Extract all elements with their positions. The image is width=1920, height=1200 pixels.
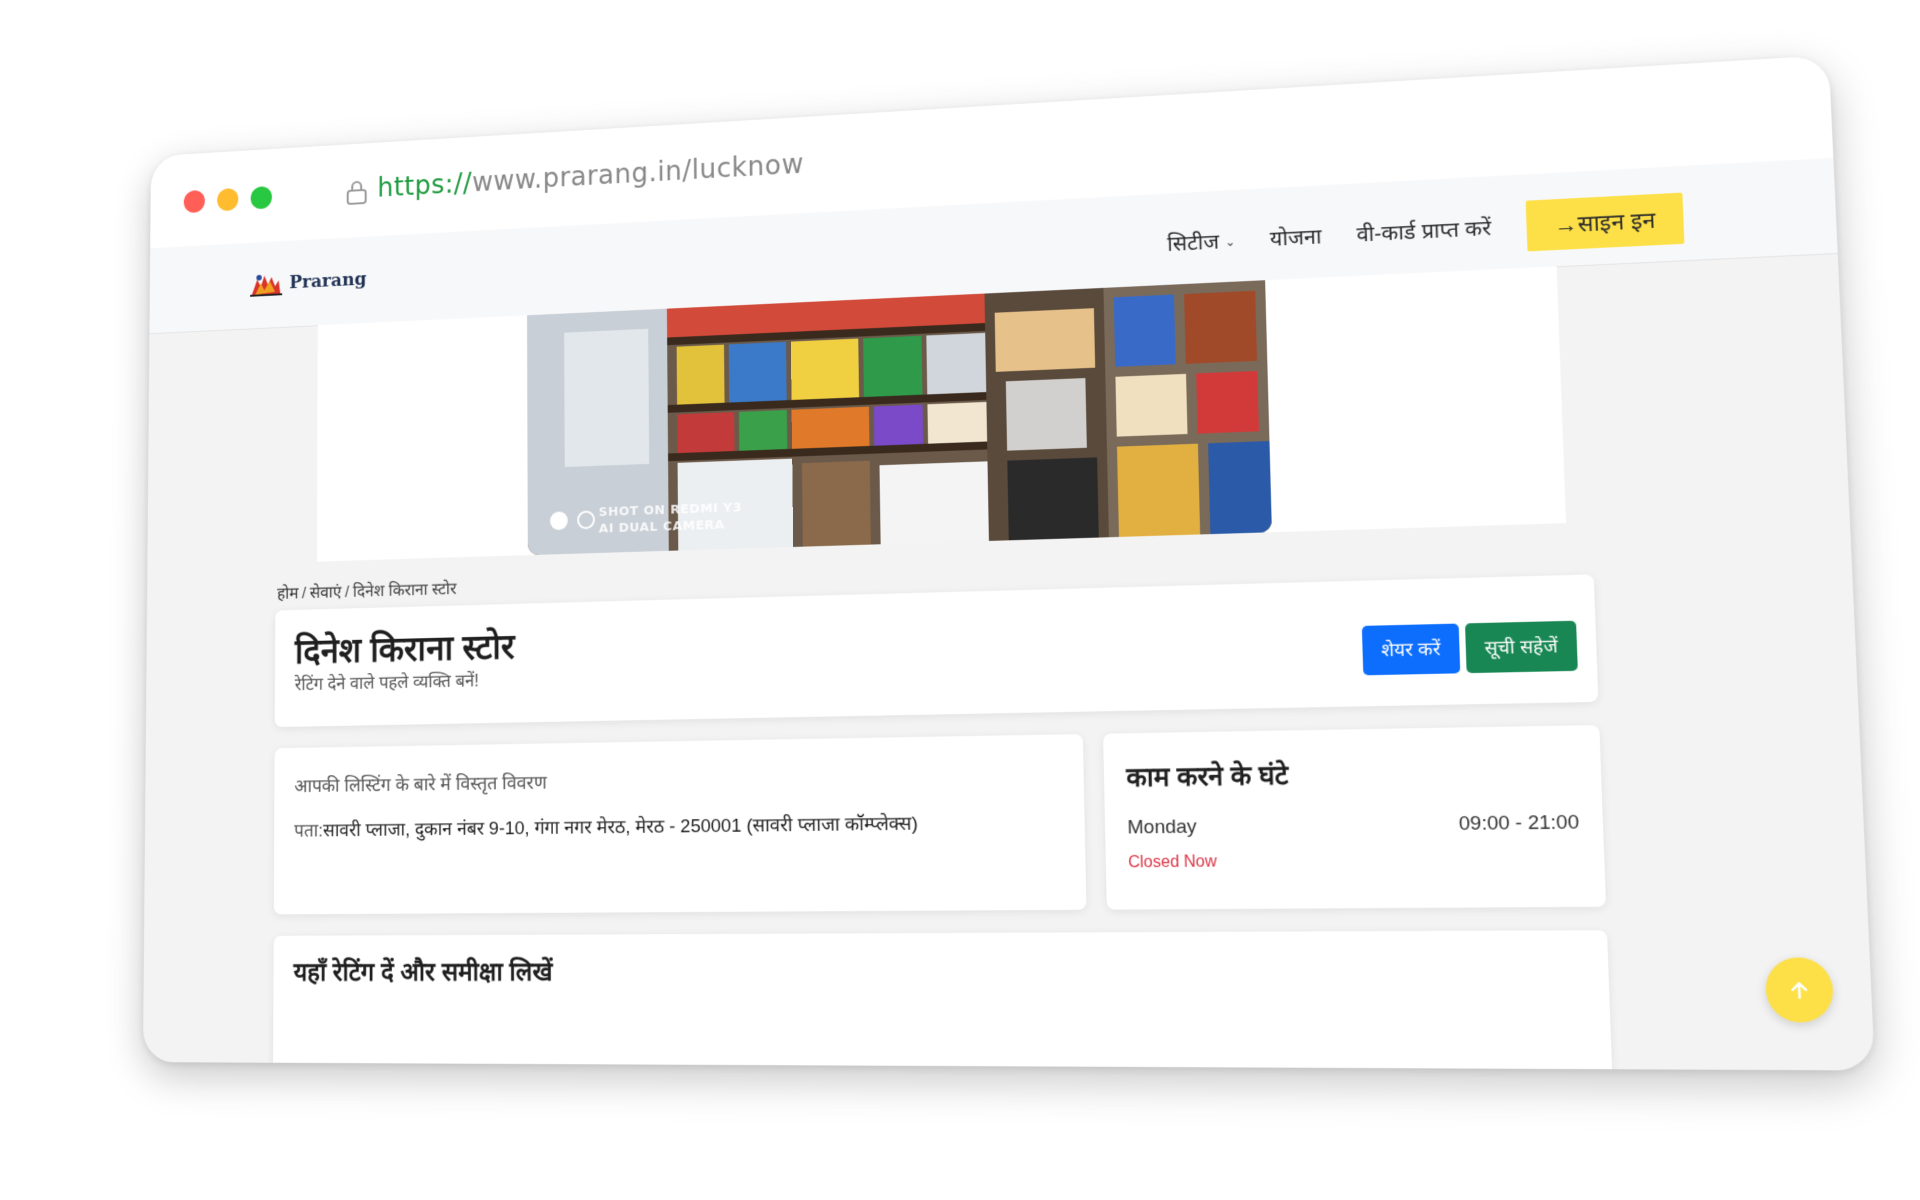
address-line: पता:सावरी प्लाजा, दुकान नंबर 9-10, गंगा … xyxy=(294,809,918,842)
nav-item-cities-label: सिटीज xyxy=(1167,230,1220,257)
review-title: यहाँ रेटिंग दें और समीक्षा लिखें xyxy=(293,956,553,987)
breadcrumb-separator: / xyxy=(301,583,307,603)
nav-item-schemes[interactable]: योजना xyxy=(1270,222,1322,253)
breadcrumb: होम / सेवाएं / दिनेश किराना स्टोर xyxy=(277,577,456,604)
nav-item-cities[interactable]: सिटीज ⌄ xyxy=(1167,227,1236,258)
signin-label: साइन इन xyxy=(1577,207,1656,237)
screenshot-stage: https://www.prarang.in/lucknow Prarang स… xyxy=(0,0,1920,1200)
store-title: दिनेश किराना स्टोर xyxy=(294,626,515,672)
rating-prompt: रेटिंग देने वाले पहले व्यक्ति बनें! xyxy=(294,670,479,695)
close-window-button[interactable] xyxy=(183,189,205,214)
store-photo-carousel[interactable]: SHOT ON REDMI Y3 AI DUAL CAMERA xyxy=(527,280,1272,556)
site-logo[interactable]: Prarang xyxy=(248,265,366,299)
address-label: पता: xyxy=(294,820,324,842)
hours-time: 09:00 - 21:00 xyxy=(1458,811,1580,836)
nav-item-vcard[interactable]: वी-कार्ड प्राप्त करें xyxy=(1356,214,1491,249)
minimize-window-button[interactable] xyxy=(217,187,239,212)
address-bar[interactable]: https://www.prarang.in/lucknow xyxy=(377,148,804,204)
breadcrumb-services[interactable]: सेवाएं xyxy=(310,583,342,602)
photo-watermark: SHOT ON REDMI Y3 AI DUAL CAMERA xyxy=(599,500,743,538)
breadcrumb-current: दिनेश किराना स्टोर xyxy=(352,579,457,601)
breadcrumb-home[interactable]: होम xyxy=(277,584,298,603)
url-scheme: https:// xyxy=(377,166,473,204)
carousel-indicators xyxy=(550,510,604,531)
open-status: Closed Now xyxy=(1128,853,1218,872)
prarang-logo-icon xyxy=(250,274,283,297)
signin-button[interactable]: →साइन इन xyxy=(1525,192,1685,252)
arrow-up-icon xyxy=(1786,978,1812,1002)
review-card: यहाँ रेटिंग दें और समीक्षा लिखें xyxy=(272,930,1614,1071)
scroll-to-top-button[interactable] xyxy=(1764,957,1835,1023)
working-hours-card: काम करने के घंटे Monday 09:00 - 21:00 Cl… xyxy=(1103,724,1607,910)
login-arrow-icon: → xyxy=(1553,211,1579,238)
breadcrumb-separator: / xyxy=(344,582,350,601)
url-path: www.prarang.in/lucknow xyxy=(471,147,805,198)
address-value: सावरी प्लाजा, दुकान नंबर 9-10, गंगा नगर … xyxy=(323,813,918,842)
description-heading: आपकी लिस्टिंग के बारे में विस्तृत विवरण xyxy=(294,772,547,798)
carousel-dot-2[interactable] xyxy=(577,510,595,530)
nav-menu: सिटीज ⌄ योजना वी-कार्ड प्राप्त करें →साइन… xyxy=(1133,192,1685,271)
share-button[interactable]: शेयर करें xyxy=(1361,623,1461,676)
hours-day: Monday xyxy=(1127,816,1197,839)
lock-icon xyxy=(345,179,368,206)
working-hours-title: काम करने के घंटे xyxy=(1125,759,1289,793)
maximize-window-button[interactable] xyxy=(250,185,272,210)
listing-header-card: दिनेश किराना स्टोर रेटिंग देने वाले पहले… xyxy=(274,574,1599,728)
save-listing-button[interactable]: सूची सहेजें xyxy=(1464,620,1578,674)
description-card: आपकी लिस्टिंग के बारे में विस्तृत विवरण … xyxy=(273,734,1087,915)
browser-window: https://www.prarang.in/lucknow Prarang स… xyxy=(142,55,1875,1071)
carousel-dot-1[interactable] xyxy=(550,511,568,531)
chevron-down-icon: ⌄ xyxy=(1225,235,1236,250)
logo-text: Prarang xyxy=(289,268,367,293)
